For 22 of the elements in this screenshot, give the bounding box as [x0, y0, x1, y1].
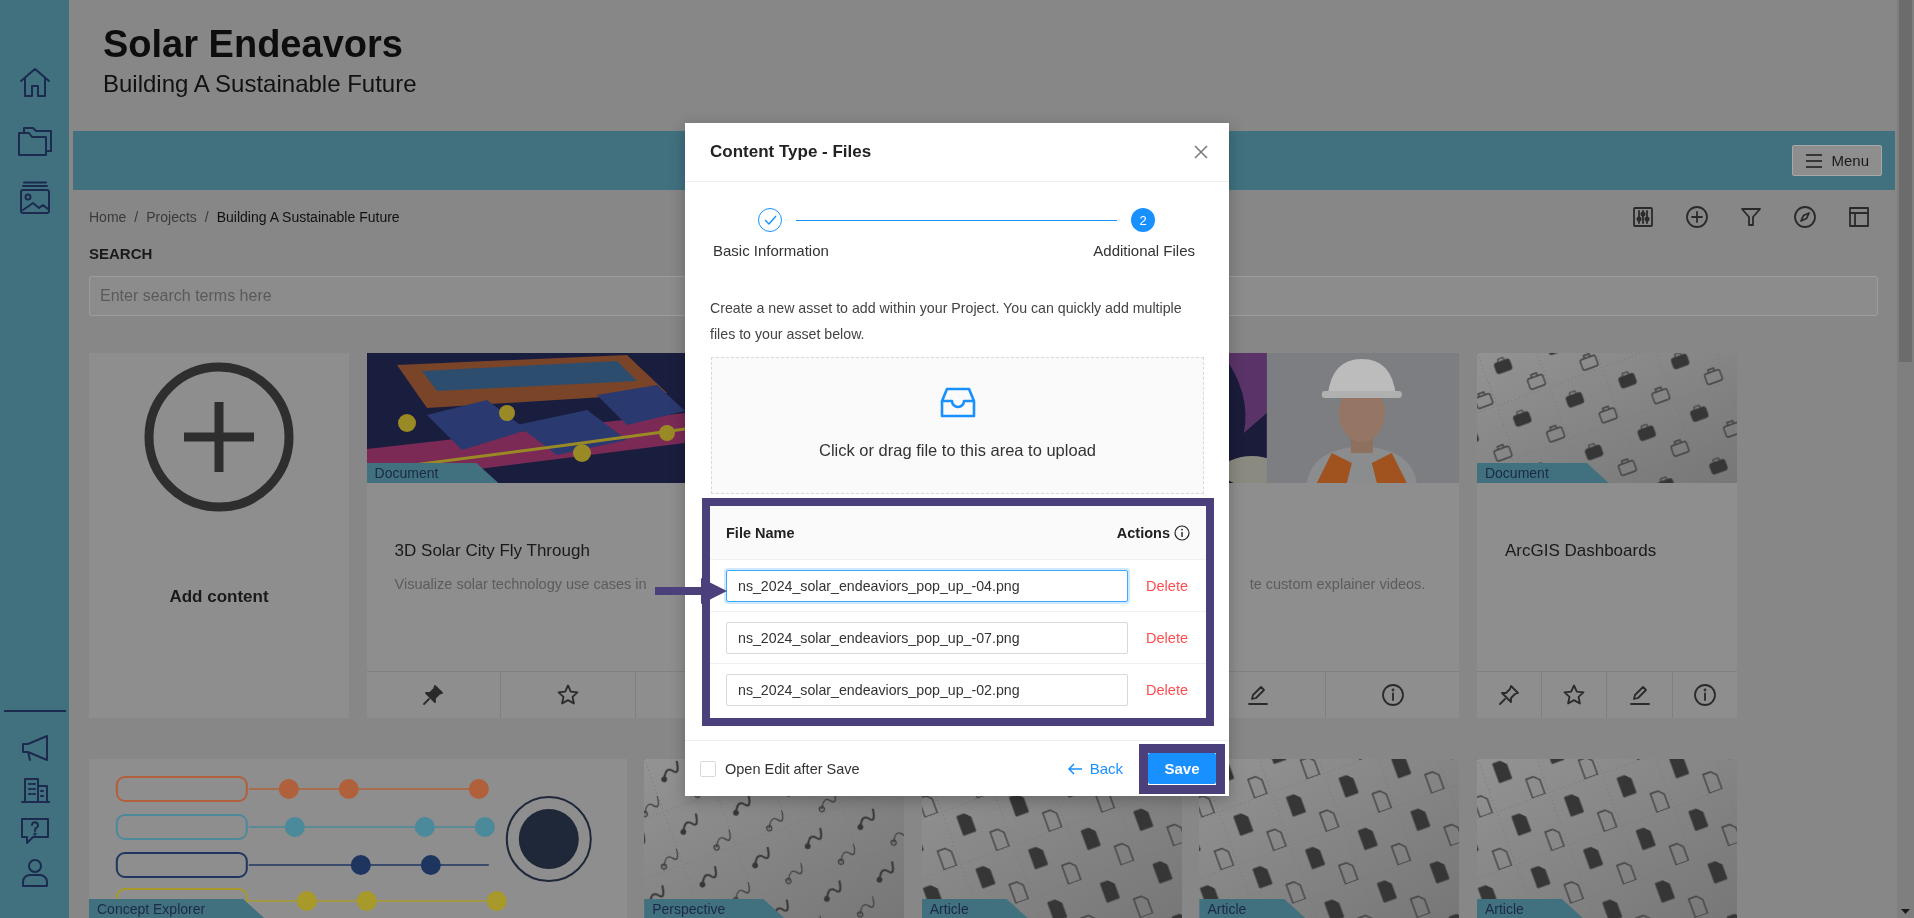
search-label: SEARCH [89, 245, 153, 262]
breadcrumb-separator: / [204, 209, 209, 225]
breadcrumb-separator: / [134, 209, 139, 225]
step-label: Basic Information [713, 242, 829, 259]
checkbox-label: Open Edit after Save [725, 760, 860, 777]
column-header: Actions [1116, 524, 1170, 541]
dialog-title: Content Type - Files [710, 142, 872, 162]
site-subtitle: Building A Sustainable Future [103, 69, 417, 99]
type-tag: Article [921, 899, 1029, 918]
card-title: 3D Solar City Fly Through [394, 541, 591, 561]
type-tag: Concept Explorer [89, 899, 266, 918]
step-label: Additional Files [1093, 242, 1195, 259]
site-title: Solar Endeavors [103, 22, 404, 66]
type-tag: Document [366, 463, 499, 483]
card-title: ArcGIS Dashboards [1504, 541, 1658, 561]
dialog-description: Create a new asset to add within your Project. You can quickly add multiple files to your asset below. [709, 299, 1183, 344]
type-tag: Document [1476, 463, 1609, 483]
type-tag: Perspective [644, 899, 786, 918]
step-indicator: 2 [1131, 208, 1155, 232]
type-tag: Article [1476, 899, 1584, 918]
column-header: File Name [726, 524, 795, 541]
breadcrumb-current: Building A Sustainable Future [216, 209, 400, 225]
